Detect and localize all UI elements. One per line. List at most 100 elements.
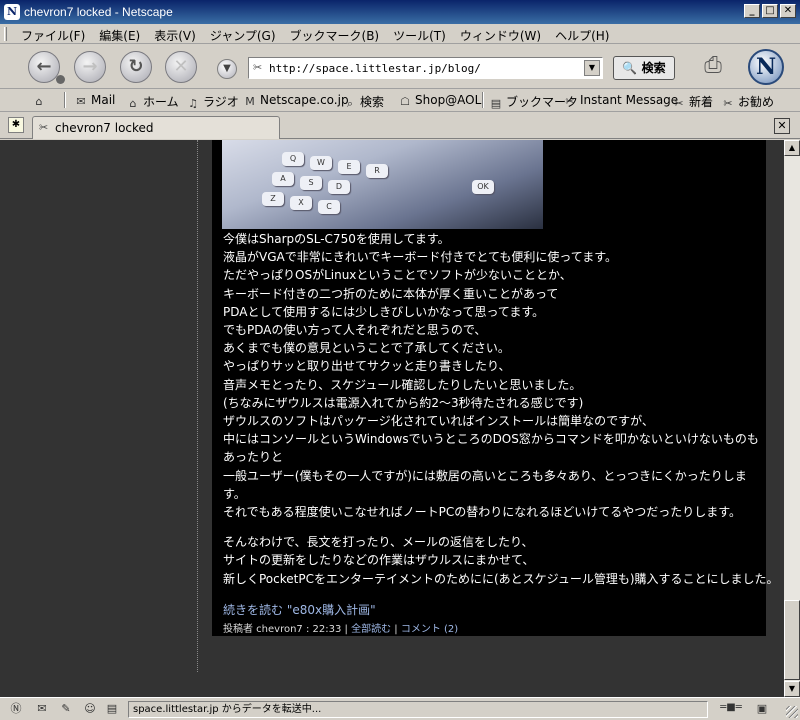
menu-go[interactable]: ジャンプ(G) xyxy=(203,26,283,45)
menu-tools[interactable]: ツール(T) xyxy=(386,26,453,45)
lock-icon[interactable]: ▣ xyxy=(754,702,770,716)
scroll-down-button[interactable]: ▼ xyxy=(784,681,800,697)
search-button-label: 検索 xyxy=(641,61,666,75)
resize-grip[interactable] xyxy=(786,706,798,718)
menu-file[interactable]: ファイル(F) xyxy=(14,26,92,45)
back-arrow-icon: ← xyxy=(36,56,52,77)
reload-page-button[interactable]: ↻ xyxy=(120,51,152,83)
scroll-up-button[interactable]: ▲ xyxy=(784,140,800,156)
bookmark-home[interactable]: ⌂ ホーム xyxy=(126,93,179,110)
url-bar[interactable]: ✂ ▼ xyxy=(248,57,603,79)
url-history-dropdown[interactable]: ▼ xyxy=(584,60,600,76)
close-tab-button[interactable]: ✕ xyxy=(774,118,790,134)
chevron-down-icon: ▼ xyxy=(223,63,231,74)
page-icon: ✂ xyxy=(39,121,49,134)
menu-bookmarks[interactable]: ブックマーク(B) xyxy=(283,26,387,45)
post-body: 今僕はSharpのSL-C750を使用してます。 液晶がVGAで非常にきれいでキ… xyxy=(223,230,779,588)
bookmark-mail[interactable]: ✉ Mail xyxy=(74,93,115,108)
link-icon: ✂ xyxy=(565,95,575,108)
menu-bar: ファイル(F) 編集(E) 表示(V) ジャンプ(G) ブックマーク(B) ツー… xyxy=(0,24,800,44)
connection-icon: ═■═ xyxy=(720,702,742,713)
post-line: PDAとして使用するには少しきびしいかなって思ってます。 xyxy=(223,304,545,319)
post-line: 一般ユーザー(僕もその一人ですが)には敷居の高いところも多々あり、とっつきにくか… xyxy=(223,468,747,483)
reload-icon: ↻ xyxy=(128,56,144,77)
folder-icon: ▤ xyxy=(490,97,502,110)
post-line: ザウルスのソフトはパッケージ化されていればインストールは簡単なのですが、 xyxy=(223,414,654,429)
toolbar-grip[interactable] xyxy=(4,27,7,41)
pda-keyboard-image: Q W E R A S D Z X C OK xyxy=(222,140,543,229)
window-title: chevron7 locked - Netscape xyxy=(24,5,173,19)
stop-button[interactable]: ✕ xyxy=(165,51,197,83)
instant-message-icon[interactable]: ☺ xyxy=(82,702,98,716)
scroll-thumb[interactable] xyxy=(784,600,800,680)
blog-post: Q W E R A S D Z X C OK 今僕はSharpのSL-C750を… xyxy=(212,140,779,636)
menu-window[interactable]: ウィンドウ(W) xyxy=(453,26,548,45)
forward-button[interactable]: → xyxy=(74,51,106,83)
vertical-scrollbar[interactable]: ▲ ▼ xyxy=(784,140,800,697)
tab-label: chevron7 locked xyxy=(55,121,154,135)
title-bar: N chevron7 locked - Netscape _ □ ✕ xyxy=(0,0,800,24)
bookmark-recommend[interactable]: ✂ お勧め xyxy=(721,93,774,110)
url-input[interactable] xyxy=(269,60,579,76)
status-bar: Ⓝ ✉ ✎ ☺ ▤ space.littlestar.jp からデータを転送中.… xyxy=(0,697,800,720)
post-line: そんなわけで、長文を打ったり、メールの返信をしたり、 xyxy=(223,535,534,550)
bookmark-new[interactable]: ✂ 新着 xyxy=(672,93,713,110)
print-icon[interactable]: ⎙ xyxy=(698,51,728,81)
url-dropdown-button[interactable]: ▼ xyxy=(217,59,237,79)
post-line: あったりと xyxy=(223,450,284,465)
search-button[interactable]: 🔍 検索 xyxy=(613,56,675,80)
stop-icon: ✕ xyxy=(173,56,189,77)
personal-toolbar: ⌂ ✉ Mail ⌂ ホーム ♫ ラジオ M Netscape.co.jp ⌕ 検索 ☖ S… xyxy=(0,90,800,112)
bookmark-shop-aol[interactable]: ☖ Shop@AOL xyxy=(398,93,481,108)
forward-arrow-icon: → xyxy=(82,56,98,77)
link-icon: ✂ xyxy=(723,97,733,110)
new-tab-icon[interactable]: ✱ xyxy=(8,117,24,133)
back-history-dropdown[interactable] xyxy=(56,75,65,84)
close-icon: ✕ xyxy=(777,119,787,132)
bookmark-radio[interactable]: ♫ ラジオ xyxy=(186,93,239,110)
close-button[interactable]: ✕ xyxy=(780,4,796,18)
post-line: ただやっぱりOSがLinuxということでソフトが少ないこととか、 xyxy=(223,268,572,283)
post-meta: 投稿者 chevron7 : 22:33 | 全部読む | コメント (2) xyxy=(223,620,458,635)
search-icon: 🔍 xyxy=(622,61,638,75)
page-content: Q W E R A S D Z X C OK 今僕はSharpのSL-C750を… xyxy=(0,140,784,697)
menu-edit[interactable]: 編集(E) xyxy=(92,26,147,45)
home-icon: ⌂ xyxy=(129,97,137,110)
tab-bar: ✱ ✂ chevron7 locked ✕ xyxy=(0,113,800,139)
post-line: 中にはコンソールというWindowsでいうところのDOS窓からコマンドを叩かない… xyxy=(223,432,759,447)
bookmark-search[interactable]: ⌕ 検索 xyxy=(343,93,384,110)
mail-icon[interactable]: ✉ xyxy=(34,702,50,716)
post-line: 音声メモとったり、スケジュール確認したりしたいと思いました。 xyxy=(223,377,582,392)
home-tab-icon[interactable]: ⌂ xyxy=(32,93,49,108)
netscape-status-icon[interactable]: Ⓝ xyxy=(8,702,24,716)
link-icon: ✂ xyxy=(674,97,684,110)
address-book-icon[interactable]: ▤ xyxy=(104,702,120,716)
menu-help[interactable]: ヘルプ(H) xyxy=(548,26,616,45)
netscape-logo[interactable]: N xyxy=(748,49,784,85)
column-divider xyxy=(197,140,198,672)
search-icon: ⌕ xyxy=(346,97,354,110)
status-text: space.littlestar.jp からデータを転送中... xyxy=(128,701,708,718)
full-read-link[interactable]: 全部読む xyxy=(351,624,391,635)
meta-separator: | xyxy=(394,624,398,635)
comments-link[interactable]: コメント (2) xyxy=(401,624,458,635)
tab-chevron7-locked[interactable]: ✂ chevron7 locked xyxy=(32,116,280,139)
toolbar-separator xyxy=(64,92,66,108)
post-line: でもPDAの使い方って人それぞれだと思うので、 xyxy=(223,323,487,338)
maximize-button[interactable]: □ xyxy=(762,4,778,18)
meta-separator: | xyxy=(344,624,348,635)
post-line: す。 xyxy=(223,486,246,501)
read-more-link[interactable]: 続きを読む "e80x購入計画" xyxy=(223,601,376,618)
menu-view[interactable]: 表示(V) xyxy=(147,26,203,45)
post-line: やっぱりサッと取り出せてサクッと走り書きしたり、 xyxy=(223,359,511,374)
netscape-app-icon: N xyxy=(4,4,20,20)
shop-icon: ☖ xyxy=(400,95,410,108)
bookmark-instant-message[interactable]: ✂ Instant Message xyxy=(563,93,678,108)
post-line: サイトの更新をしたりなどの作業はザウルスにまかせて、 xyxy=(223,553,535,568)
composer-icon[interactable]: ✎ xyxy=(58,702,74,716)
post-line: 新しくPocketPCをエンターテイメントのためにに(あとスケジュール管理も)購… xyxy=(223,571,779,586)
post-line: (ちなみにザウルスは電源入れてから約2～3秒待たされる感じです) xyxy=(223,395,584,410)
minimize-button[interactable]: _ xyxy=(744,4,760,18)
bookmark-netscape[interactable]: M Netscape.co.jp xyxy=(243,93,348,108)
my-icon: M xyxy=(245,95,255,108)
